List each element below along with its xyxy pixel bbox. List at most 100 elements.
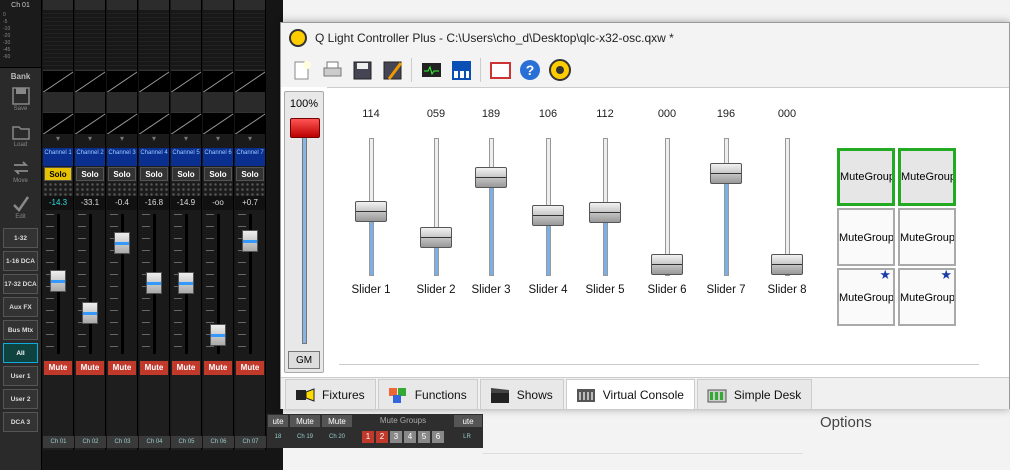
eq-curve[interactable] [75,70,105,92]
mute-button[interactable]: Mute [108,361,136,375]
help-button[interactable]: ? [515,56,545,84]
dynamics-curve[interactable] [235,112,265,134]
print-button[interactable] [317,56,347,84]
vc-slider[interactable]: 189 Slider 3 [461,108,521,308]
save-file-button[interactable] [347,56,377,84]
mute-group-button[interactable]: 4 [404,431,416,443]
tab-virtual-console[interactable]: Virtual Console [565,379,695,409]
vc-slider[interactable]: 112 Slider 5 [575,108,635,308]
channel-fader[interactable] [75,210,105,360]
channel-name[interactable]: Channel 5 [171,148,201,166]
gm-button[interactable]: GM [288,351,320,369]
fader-cap[interactable] [178,272,194,294]
vc-slider[interactable]: 000 Slider 8 [757,108,817,308]
fullscreen-button[interactable] [485,56,515,84]
channel-fader[interactable] [203,210,233,360]
pan-indicator[interactable]: ▾ [203,134,233,148]
bank-bus-mtx-button[interactable]: Bus Mtx [3,320,38,340]
load-button[interactable]: Load [0,117,41,153]
grand-master-handle[interactable] [290,118,320,138]
solo-button[interactable]: Solo [108,167,136,181]
eq-curve[interactable] [235,70,265,92]
mute-button[interactable]: Mute [172,361,200,375]
channel-fader[interactable] [107,210,137,360]
pan-indicator[interactable]: ▾ [43,134,73,148]
mute-group-button[interactable]: MuteGroup [837,208,895,266]
slider-handle[interactable] [475,166,507,188]
pan-indicator[interactable]: ▾ [139,134,169,148]
slider-handle[interactable] [420,226,452,248]
channel-name[interactable]: Channel 7 [235,148,265,166]
channel-name[interactable]: Channel 2 [75,148,105,166]
dynamics-curve[interactable] [171,112,201,134]
slider-handle[interactable] [651,254,683,275]
mute-button[interactable]: Mute [236,361,264,375]
channel-fader[interactable] [139,210,169,360]
fader-cap[interactable] [82,302,98,324]
channel-name[interactable]: Channel 4 [139,148,169,166]
channel-fader[interactable] [171,210,201,360]
vc-slider[interactable]: 000 Slider 6 [637,108,697,308]
solo-button[interactable]: Solo [76,167,104,181]
solo-button[interactable]: Solo [172,167,200,181]
mute-group-button[interactable]: 1 [362,431,374,443]
mute-button[interactable]: Mute [76,361,104,375]
fader-cap[interactable] [114,232,130,254]
pan-indicator[interactable]: ▾ [107,134,137,148]
mute-group-button[interactable]: MuteGroup ★ [837,268,895,326]
mute-group-button[interactable]: 6 [432,431,444,443]
dynamics-curve[interactable] [139,112,169,134]
channel-name[interactable]: Channel 6 [203,148,233,166]
channel-name[interactable]: Channel 1 [43,148,73,166]
eq-curve[interactable] [139,70,169,92]
mute-button[interactable]: Mute [204,361,232,375]
vc-slider[interactable]: 106 Slider 4 [518,108,578,308]
bank-aux-fx-button[interactable]: Aux FX [3,297,38,317]
eq-curve[interactable] [171,70,201,92]
channel-name[interactable]: Channel 3 [107,148,137,166]
strip-mute-button[interactable]: ute [454,415,482,427]
slider-handle[interactable] [710,163,742,185]
bank-user-1-button[interactable]: User 1 [3,366,38,386]
strip-mute-button[interactable]: ute [268,415,288,427]
fader-cap[interactable] [146,272,162,294]
about-button[interactable] [545,56,575,84]
mute-group-button[interactable]: MuteGroup [898,148,956,206]
channel-fader[interactable] [43,210,73,360]
tab-functions[interactable]: Functions [377,379,478,409]
fader-cap[interactable] [242,230,258,252]
bank-all-button[interactable]: All [3,343,38,363]
bank-1-32-button[interactable]: 1-32 [3,228,38,248]
fader-cap[interactable] [210,324,226,346]
slider-handle[interactable] [771,254,803,275]
move-button[interactable]: Move [0,153,41,189]
solo-button[interactable]: Solo [44,167,72,181]
pan-indicator[interactable]: ▾ [171,134,201,148]
bank-dca-3-button[interactable]: DCA 3 [3,412,38,432]
solo-button[interactable]: Solo [204,167,232,181]
tab-shows[interactable]: Shows [479,379,564,409]
solo-button[interactable]: Solo [236,167,264,181]
dynamics-curve[interactable] [75,112,105,134]
slider-handle[interactable] [355,201,387,223]
slider-handle[interactable] [589,202,621,224]
save-as-button[interactable] [377,56,407,84]
mute-group-button[interactable]: MuteGroup [898,208,956,266]
eq-curve[interactable] [203,70,233,92]
mute-group-button[interactable]: MuteGroup ★ [898,268,956,326]
vc-slider[interactable]: 114 Slider 1 [341,108,401,308]
mute-group-button[interactable]: 2 [376,431,388,443]
pan-indicator[interactable]: ▾ [75,134,105,148]
mute-group-button[interactable]: 5 [418,431,430,443]
mute-group-button[interactable]: MuteGroup [837,148,895,206]
bank-user-2-button[interactable]: User 2 [3,389,38,409]
new-button[interactable] [287,56,317,84]
dynamics-curve[interactable] [43,112,73,134]
slider-handle[interactable] [532,204,564,226]
tab-fixtures[interactable]: Fixtures [285,379,376,409]
eq-curve[interactable] [43,70,73,92]
mute-button[interactable]: Mute [140,361,168,375]
channel-fader[interactable] [235,210,265,360]
mute-button[interactable]: Mute [44,361,72,375]
vc-slider[interactable]: 196 Slider 7 [696,108,756,308]
